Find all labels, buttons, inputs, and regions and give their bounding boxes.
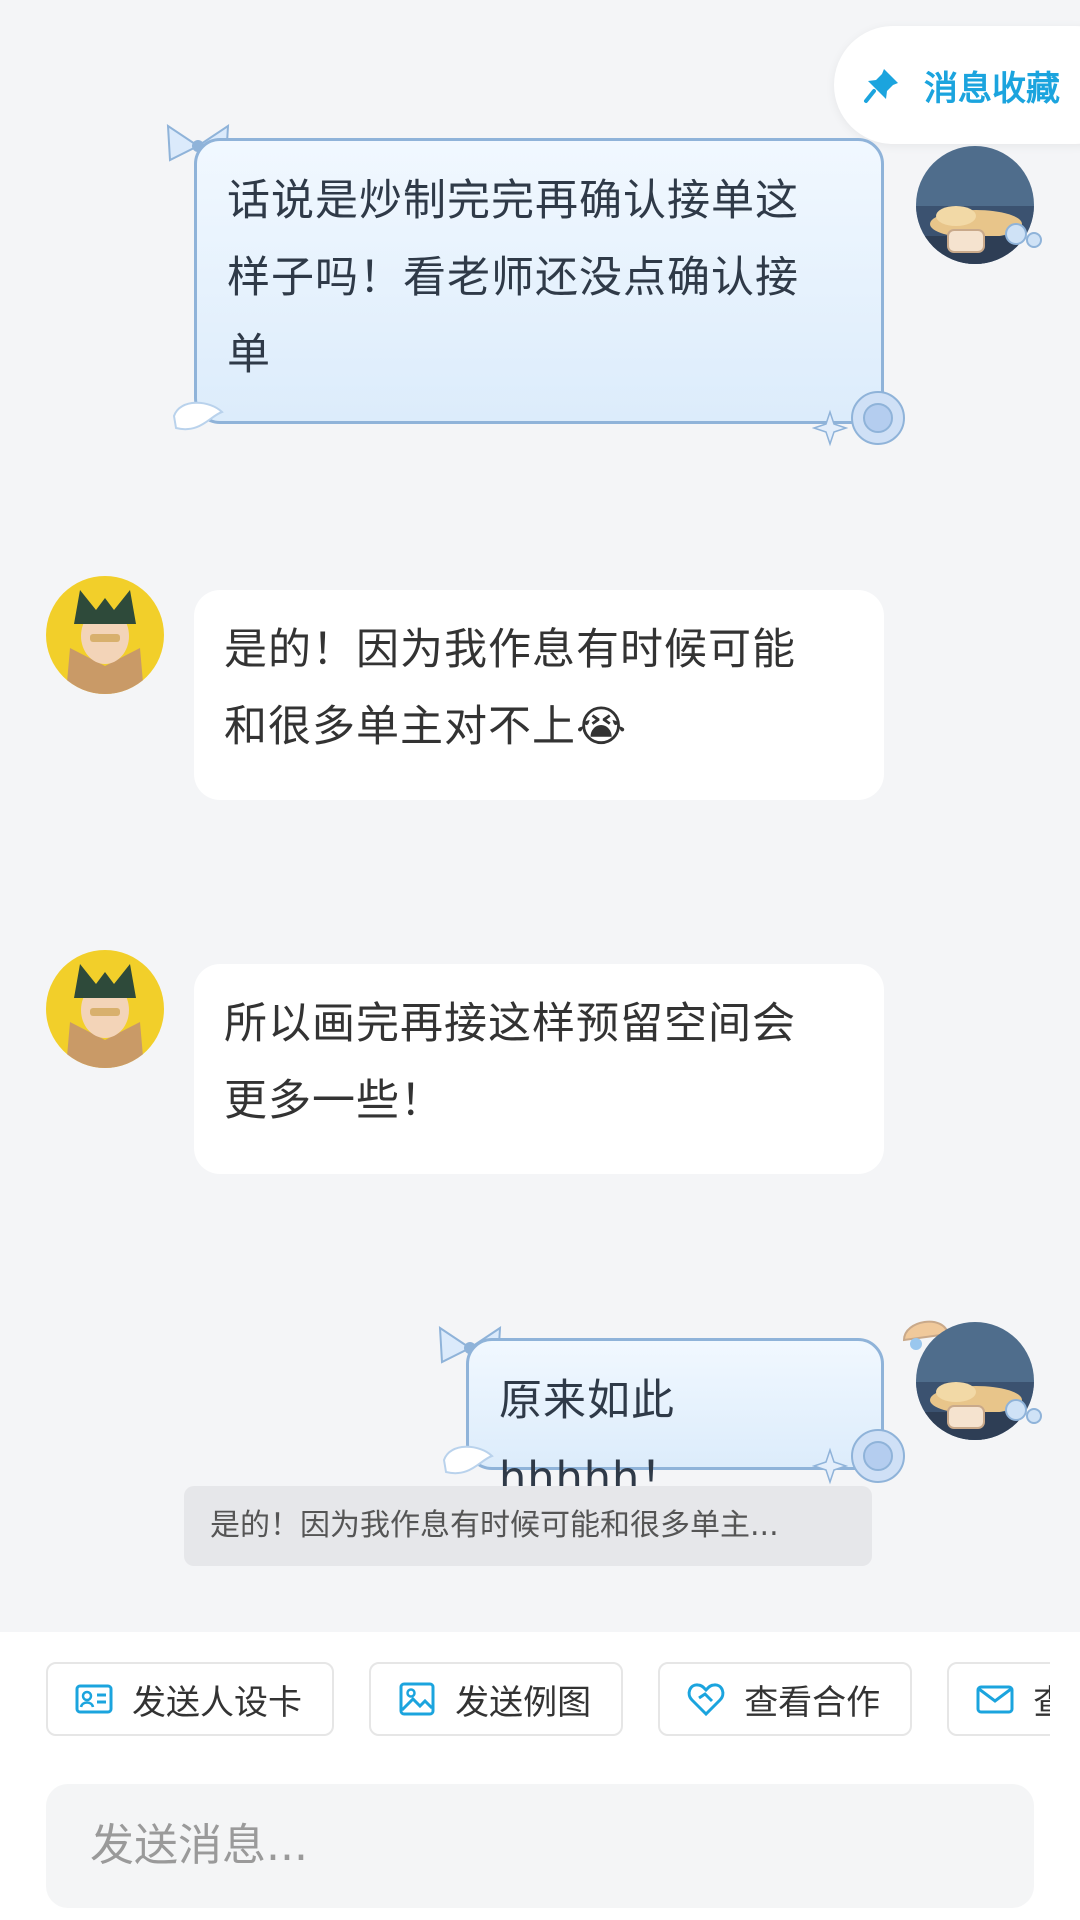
wing-decoration-icon	[172, 401, 224, 431]
action-label: 发送例图	[455, 1682, 592, 1723]
message-bubble-self[interactable]: 话说是炒制完完再确认接单这 样子吗！看老师还没点确认接 单	[194, 138, 884, 424]
rose-decoration-icon	[812, 1429, 905, 1485]
contact-avatar[interactable]	[46, 950, 164, 1068]
favorites-label: 消息收藏	[924, 68, 1060, 109]
id-card-icon	[75, 1684, 113, 1714]
image-icon	[399, 1682, 435, 1716]
mail-icon	[976, 1685, 1014, 1714]
action-label: 查看合作	[744, 1682, 881, 1723]
pin-icon	[864, 69, 898, 103]
message-bubble-contact[interactable]: 所以画完再接这样预留空间会 更多一些！	[194, 964, 884, 1174]
send-character-card-button[interactable]: 发送人设卡	[46, 1662, 334, 1736]
message-input-placeholder: 发送消息...	[90, 1820, 308, 1871]
message-input[interactable]: 发送消息...	[46, 1784, 1034, 1908]
message-line: 单	[227, 330, 271, 380]
action-label: 查	[1033, 1675, 1050, 1724]
action-label: 发送人设卡	[132, 1682, 302, 1723]
cloud-decoration-icon	[947, 223, 1042, 253]
message-line: 样子吗！看老师还没点确认接	[227, 253, 799, 303]
cloud-decoration-icon	[947, 1399, 1042, 1429]
view-collaboration-button[interactable]: 查看合作	[658, 1662, 913, 1736]
rose-decoration-icon	[812, 391, 905, 447]
send-example-image-button[interactable]: 发送例图	[369, 1662, 624, 1736]
message-line: 和很多单主对不上😭	[224, 702, 628, 752]
heart-handshake-icon	[687, 1683, 725, 1717]
composer-area: 发送人设卡 发送例图 查看合作 查 发送消息...	[0, 1632, 1080, 1920]
message-line: 所以画完再接这样预留空间会	[224, 999, 796, 1049]
quoted-message[interactable]: 是的！因为我作息有时候可能和很多单主...	[184, 1486, 872, 1566]
favorites-button[interactable]: 消息收藏	[834, 26, 1080, 144]
view-more-button[interactable]: 查	[947, 1662, 1050, 1736]
quick-actions-bar[interactable]: 发送人设卡 发送例图 查看合作 查	[46, 1662, 1050, 1738]
contact-avatar[interactable]	[46, 576, 164, 694]
message-line: 更多一些！	[224, 1076, 444, 1126]
message-line: 是的！因为我作息有时候可能	[224, 625, 796, 675]
message-line: 话说是炒制完完再确认接单这	[227, 176, 799, 226]
message-bubble-contact[interactable]: 是的！因为我作息有时候可能 和很多单主对不上😭	[194, 590, 884, 800]
wing-decoration-icon	[442, 1445, 494, 1475]
